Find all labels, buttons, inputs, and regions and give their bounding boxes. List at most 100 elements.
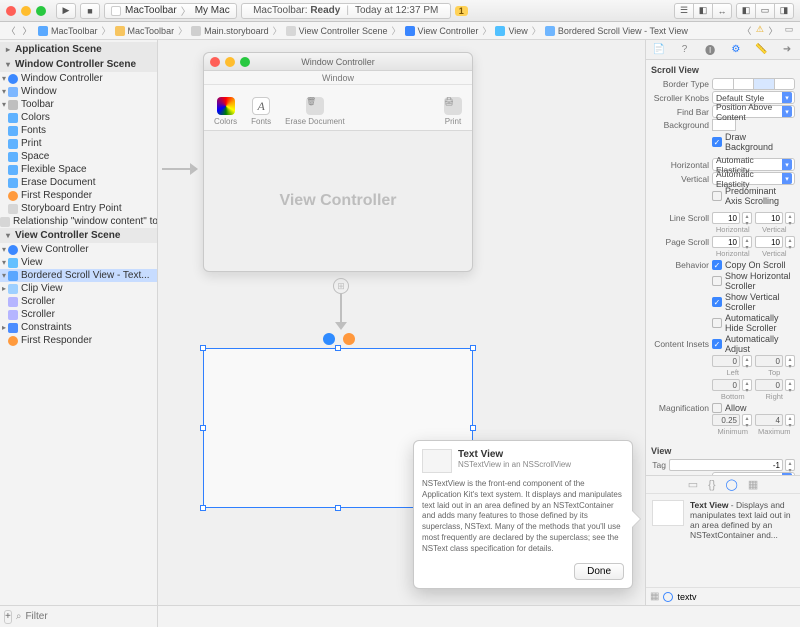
outline-scroller-1[interactable]: Scroller — [0, 295, 157, 308]
run-button[interactable]: ▶ — [56, 3, 76, 19]
toolbar-item-erase[interactable]: 🗑Erase Document — [285, 97, 345, 126]
stepper[interactable]: ▴▾ — [742, 236, 752, 248]
allow-magnification-checkbox[interactable] — [712, 403, 722, 413]
outline-item-fonts[interactable]: Fonts — [0, 124, 157, 137]
stepper[interactable]: ▴▾ — [742, 212, 752, 224]
outline-first-responder-2[interactable]: First Responder — [0, 334, 157, 347]
resize-handle[interactable] — [470, 345, 476, 351]
zoom-icon[interactable] — [36, 6, 46, 16]
stepper[interactable]: ▴▾ — [785, 212, 795, 224]
add-button[interactable]: + — [4, 610, 12, 624]
auto-hide-scroller-checkbox[interactable] — [712, 318, 722, 328]
vertical-elasticity-select[interactable]: Automatic Elasticity — [712, 172, 795, 185]
interface-builder-canvas[interactable]: Window Controller Window Colors AFonts 🗑… — [158, 40, 646, 605]
library-filter-input[interactable] — [677, 592, 796, 602]
outline-item-colors[interactable]: Colors — [0, 111, 157, 124]
crumb-vc[interactable]: View Controller — [403, 26, 481, 36]
editor-mode-segment[interactable]: ☰ ◧ ↔ — [674, 3, 732, 19]
issue-warn-icon[interactable]: ⚠ — [756, 24, 764, 38]
relationship-segue[interactable]: ⊞ — [333, 278, 349, 330]
related-items-icon[interactable]: ▭ — [782, 24, 796, 38]
find-bar-select[interactable]: Position Above Content — [712, 105, 795, 118]
scene-header-view-controller[interactable]: ▾View Controller Scene — [0, 228, 157, 243]
outline-bordered-scroll-view[interactable]: ▾Bordered Scroll View - Text... — [0, 269, 157, 282]
resize-handle[interactable] — [200, 505, 206, 511]
filter-scope-icon[interactable] — [663, 592, 673, 602]
page-scroll-h-input[interactable] — [712, 236, 740, 248]
assistant-editor-icon[interactable]: ◧ — [693, 3, 713, 19]
focus-ring-select[interactable]: Default — [712, 472, 795, 475]
line-scroll-v-input[interactable] — [755, 212, 783, 224]
crumb-project[interactable]: MacToolbar — [36, 26, 100, 36]
identity-inspector-icon[interactable]: 🅘 — [703, 43, 717, 57]
back-button[interactable]: 〈 — [4, 24, 18, 38]
crumb-folder[interactable]: MacToolbar — [113, 26, 177, 36]
copy-on-scroll-checkbox[interactable]: ✓ — [712, 260, 722, 270]
scene-header-window-controller[interactable]: ▾Window Controller Scene — [0, 57, 157, 72]
stepper[interactable]: ▴▾ — [785, 459, 795, 471]
help-inspector-icon[interactable]: ? — [677, 43, 691, 57]
stepper[interactable]: ▴▾ — [785, 236, 795, 248]
outline-clip-view[interactable]: ▸Clip View — [0, 282, 157, 295]
border-type-segment[interactable] — [712, 78, 795, 90]
crumb-bsv[interactable]: Bordered Scroll View - Text View — [543, 26, 690, 36]
outline-view[interactable]: ▾View — [0, 256, 157, 269]
resize-handle[interactable] — [470, 425, 476, 431]
warnings-badge[interactable]: 1 — [455, 6, 468, 16]
attributes-inspector-icon[interactable]: ⚙ — [729, 43, 743, 57]
media-library-icon[interactable]: ▦ — [748, 478, 758, 491]
crumb-scene[interactable]: View Controller Scene — [284, 26, 390, 36]
file-template-library-icon[interactable]: ▭ — [688, 478, 698, 491]
auto-adjust-insets-checkbox[interactable]: ✓ — [712, 339, 722, 349]
outline-item-space[interactable]: Space — [0, 150, 157, 163]
outline-scroller-2[interactable]: Scroller — [0, 308, 157, 321]
pane-visibility-segment[interactable]: ◧ ▭ ◨ — [736, 3, 794, 19]
toggle-navigator-icon[interactable]: ◧ — [736, 3, 756, 19]
crumb-view[interactable]: View — [493, 26, 529, 36]
show-v-scroller-checkbox[interactable]: ✓ — [712, 297, 722, 307]
outline-entry-point[interactable]: Storyboard Entry Point — [0, 202, 157, 215]
toolbar-item-colors[interactable]: Colors — [214, 97, 237, 126]
resize-handle[interactable] — [200, 345, 206, 351]
scheme-selector[interactable]: MacToolbar 〉 My Mac — [104, 3, 237, 19]
resize-handle[interactable] — [335, 345, 341, 351]
size-inspector-icon[interactable]: 📏 — [754, 43, 768, 57]
first-responder-icon[interactable] — [343, 333, 355, 345]
outline-first-responder[interactable]: First Responder — [0, 189, 157, 202]
outline-window-controller[interactable]: ▾Window Controller — [0, 72, 157, 85]
toolbar-item-print[interactable]: 🖨Print — [444, 97, 462, 126]
prev-issue-icon[interactable]: 〈 — [740, 24, 754, 38]
resize-handle[interactable] — [335, 505, 341, 511]
version-editor-icon[interactable]: ↔ — [712, 3, 732, 19]
line-scroll-h-input[interactable] — [712, 212, 740, 224]
outline-filter-input[interactable] — [25, 611, 157, 622]
minimize-icon[interactable] — [21, 6, 31, 16]
view-controller-icon[interactable] — [323, 333, 335, 345]
stop-button[interactable]: ■ — [80, 3, 100, 19]
outline-toolbar[interactable]: ▾Toolbar — [0, 98, 157, 111]
draw-background-checkbox[interactable]: ✓ — [712, 137, 722, 147]
toggle-inspector-icon[interactable]: ◨ — [774, 3, 794, 19]
forward-button[interactable]: 〉 — [20, 24, 34, 38]
toggle-debug-icon[interactable]: ▭ — [755, 3, 775, 19]
object-library-icon[interactable]: ◯ — [726, 478, 738, 491]
show-h-scroller-checkbox[interactable] — [712, 276, 722, 286]
done-button[interactable]: Done — [574, 563, 624, 580]
code-snippet-library-icon[interactable]: {} — [708, 479, 715, 491]
predominant-axis-checkbox[interactable] — [712, 191, 722, 201]
outline-item-erase[interactable]: Erase Document — [0, 176, 157, 189]
outline-item-print[interactable]: Print — [0, 137, 157, 150]
library-item-text-view[interactable]: Text View - Displays and manipulates tex… — [646, 494, 800, 546]
scene-header-application[interactable]: ▸Application Scene — [0, 42, 157, 57]
toolbar-item-fonts[interactable]: AFonts — [251, 97, 271, 126]
resize-handle[interactable] — [200, 425, 206, 431]
outline-constraints[interactable]: ▸Constraints — [0, 321, 157, 334]
window-controller-scene[interactable]: Window Controller Window Colors AFonts 🗑… — [203, 52, 473, 272]
grid-view-icon[interactable]: ▦ — [650, 591, 659, 602]
standard-editor-icon[interactable]: ☰ — [674, 3, 694, 19]
page-scroll-v-input[interactable] — [755, 236, 783, 248]
next-issue-icon[interactable]: 〉 — [766, 24, 780, 38]
close-icon[interactable] — [6, 6, 16, 16]
connections-inspector-icon[interactable]: ➜ — [780, 43, 794, 57]
tag-input[interactable] — [669, 459, 783, 471]
